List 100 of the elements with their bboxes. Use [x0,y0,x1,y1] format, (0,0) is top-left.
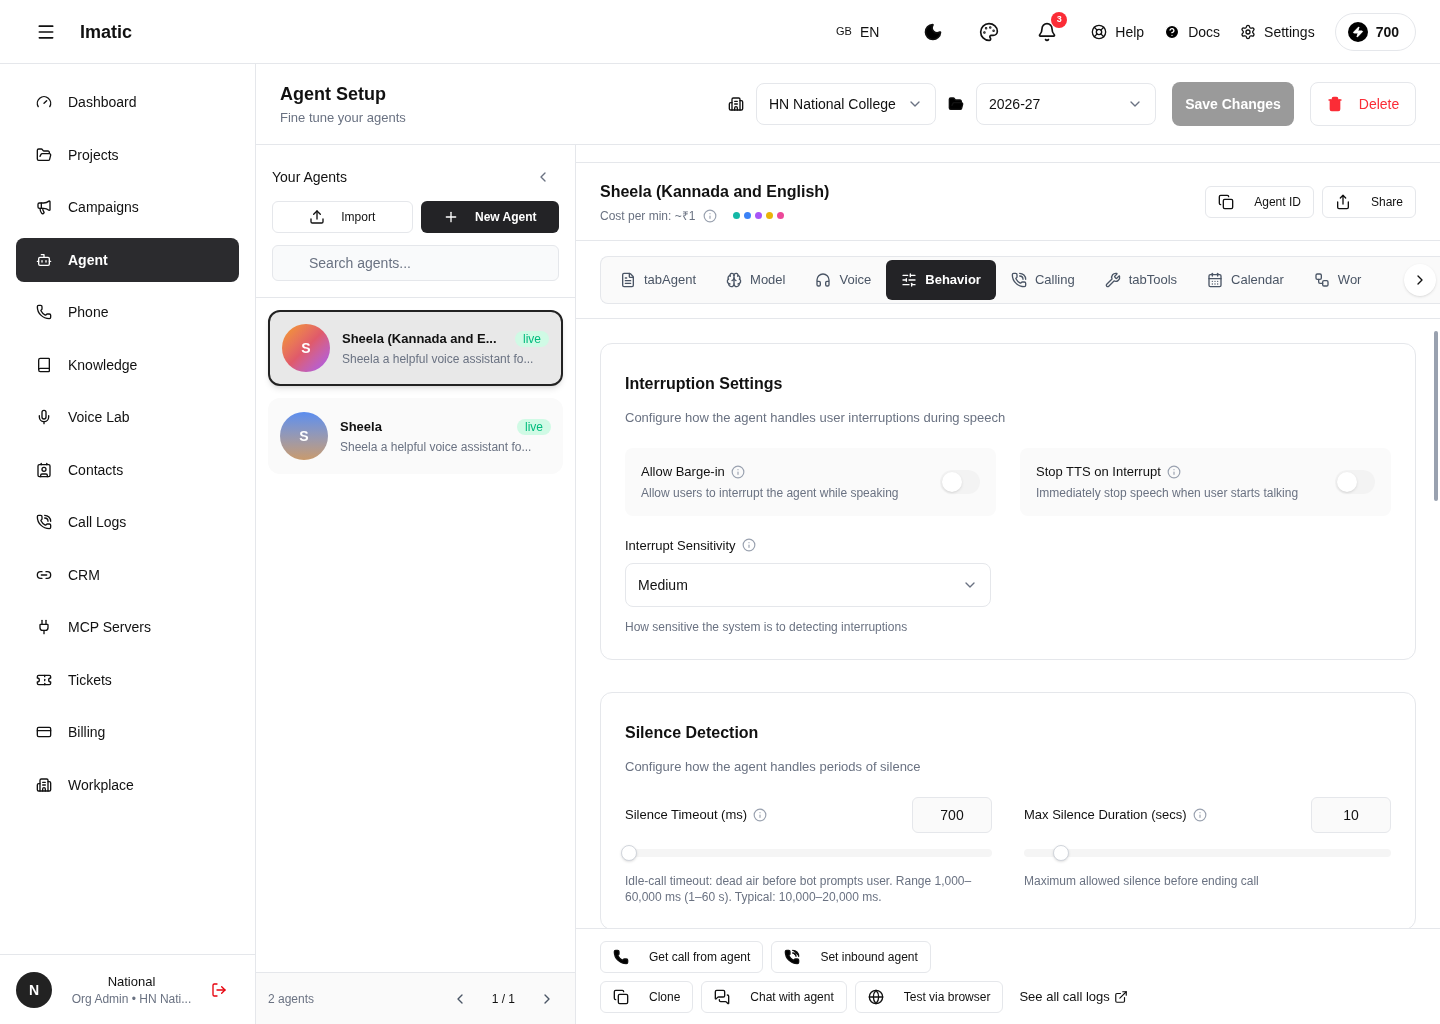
action-button[interactable]: Get call from agent [600,941,764,973]
lightning-icon [1347,21,1368,42]
info-icon [753,807,768,822]
number-field[interactable]: 700 [912,796,992,833]
section-description: Configure how the agent handles user interruptions during speech [625,409,1007,427]
action-button[interactable]: Clone [600,981,694,1013]
sidebar-item[interactable]: Contacts [16,447,239,492]
agent-card[interactable]: S Sheela (Kannada and E... live Sheela a helpful voice assistant fo... [268,310,563,386]
megaphone-icon [36,199,52,215]
agent-title: Sheela (Kannada and English) [600,181,831,202]
slider[interactable] [1024,844,1391,861]
agent-name: Sheela (Kannada and E... [342,330,497,349]
sidebar-item[interactable]: Agent [16,237,239,282]
slider-thumb[interactable] [620,844,637,861]
org-select[interactable]: HN National College [756,83,936,125]
agent-card[interactable]: S Sheela live Sheela a helpful voice assistant fo... [268,398,563,474]
sidebar-item[interactable]: Tickets [16,657,239,702]
search-field[interactable]: Search agents... [272,245,559,281]
copy-icon [613,989,629,1005]
sidebar-item[interactable]: Campaigns [16,185,239,229]
sidebar-item[interactable]: Dashboard [16,80,239,124]
phone-call-icon [784,949,801,965]
folder-icon [948,96,964,112]
logout-icon [211,981,227,998]
copy-icon [1218,193,1235,210]
wrench-icon [1104,271,1121,288]
sidebar-item[interactable]: Phone [16,290,239,334]
lifebuoy-icon [1091,23,1108,40]
sidebar-item[interactable]: Workplace [16,762,239,807]
action-button[interactable]: Chat with agent [701,981,847,1013]
sidebar-item[interactable]: MCP Servers [16,605,239,649]
header-link[interactable]: Settings [1240,21,1315,42]
tab[interactable]: Wor [1298,259,1377,300]
scroll-tabs-button[interactable] [1404,263,1436,296]
sidebar-item[interactable]: Billing [16,710,239,754]
external-link-icon [1113,990,1128,1004]
language-button[interactable]: GB EN [836,21,880,42]
delete-button[interactable]: Delete [1310,82,1416,126]
upload-icon [309,209,326,225]
calendar-icon [1207,271,1224,288]
field-label: Max Silence Duration (secs) [1024,805,1187,824]
tab[interactable]: Calling [995,259,1090,300]
section-title: Silence Detection [625,723,760,743]
palette-icon [979,21,1000,42]
header-link[interactable]: Docs [1164,21,1221,42]
year-select[interactable]: 2026-27 [976,83,1156,125]
toggle-description: Allow users to interrupt the agent while speaking [641,485,900,502]
toggle-switch[interactable] [940,469,980,494]
panel-title: Your Agents [272,168,347,187]
brain-icon [726,271,743,288]
call-logs-link[interactable]: See all call logs [1019,987,1128,1007]
field-help: How sensitive the system is to detecting interruptions [625,619,909,635]
sidebar-item[interactable]: CRM [16,552,239,597]
tab[interactable]: Calendar [1192,259,1299,300]
field-help: Maximum allowed silence before ending call [1024,872,1260,889]
header-action-button[interactable]: Agent ID [1205,185,1314,218]
info-icon [741,538,756,553]
toggle-switch[interactable] [1335,469,1375,494]
action-button[interactable]: Test via browser [854,981,1004,1013]
tab[interactable]: tabTools [1089,259,1193,300]
agent-description: Sheela a helpful voice assistant fo... [342,350,535,367]
field-label: Silence Timeout (ms) [625,805,748,824]
building-icon [36,776,52,793]
gauge-icon [36,94,52,110]
phone-call-icon [1010,271,1027,288]
field-label: Interrupt Sensitivity [625,536,736,555]
folder-icon [36,146,52,163]
action-button[interactable]: Set inbound agent [771,941,931,973]
section-description: Configure how the agent handles periods of silence [625,758,922,776]
header-action-button[interactable]: Share [1321,185,1416,218]
page-subtitle: Fine tune your agents [280,109,407,128]
field-help: Idle-call timeout: dead air before bot prompts user. Range 1,000–60,000 ms (1–60 s). Typical: 10,000–20,000 ms. [625,872,973,905]
new-agent-button[interactable]: New Agent [420,201,559,233]
share-icon [1334,193,1351,210]
agent-description: Sheela a helpful voice assistant fo... [340,438,533,455]
sidebar-item[interactable]: Call Logs [16,500,239,544]
agent-name: Sheela [340,418,382,437]
tab[interactable]: Behavior [886,259,996,300]
sensitivity-select[interactable]: Medium [625,563,991,607]
toggle-description: Immediately stop speech when user starts talking [1036,485,1300,502]
import-button[interactable]: Import [272,201,413,233]
notifications-button[interactable]: 3 [1027,11,1068,52]
workflow-icon [1313,271,1330,288]
globe-icon [867,989,884,1005]
tab[interactable]: tabAgent [605,259,712,300]
slider-thumb[interactable] [1052,844,1069,861]
user-role: Org Admin • HN Nati... [71,991,192,1008]
chat-icon [714,989,731,1005]
phone-icon [36,304,52,320]
sidebar-item[interactable]: Knowledge [16,342,239,387]
sidebar-item[interactable]: Projects [16,132,239,177]
tab[interactable]: Voice [800,259,887,300]
header-link[interactable]: Help [1091,21,1145,42]
info-icon [703,208,718,223]
sidebar-item[interactable]: Voice Lab [16,395,239,439]
headphones-icon [815,271,832,288]
phone-call-icon [36,514,52,530]
status-badge: live [515,331,549,347]
tab[interactable]: Model [711,259,801,300]
number-field[interactable]: 10 [1311,796,1391,833]
